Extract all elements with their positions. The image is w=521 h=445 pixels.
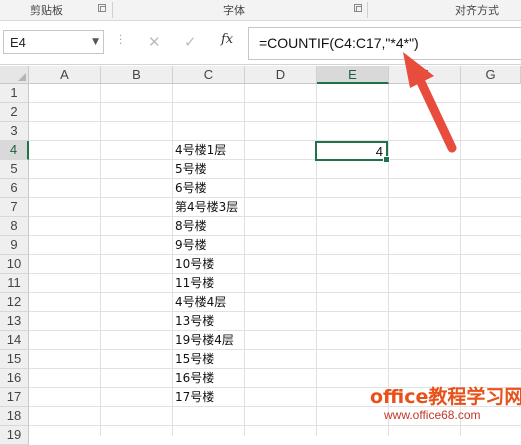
cell-c9[interactable]: 9号楼 [175, 236, 207, 255]
cell-c16[interactable]: 16号楼 [175, 369, 214, 388]
cancel-icon[interactable]: ✕ [148, 33, 161, 51]
gridline [29, 292, 521, 293]
ribbon-divider [367, 2, 368, 18]
name-box-value: E4 [10, 35, 26, 50]
cell-c13[interactable]: 13号楼 [175, 312, 214, 331]
gridline [29, 349, 521, 350]
row-header-9[interactable]: 9 [0, 236, 29, 255]
ribbon-group-clipboard-label: 剪贴板 [30, 4, 63, 17]
column-header-g[interactable]: G [461, 66, 521, 84]
row-header-5[interactable]: 5 [0, 160, 29, 179]
cell-c17[interactable]: 17号楼 [175, 388, 214, 407]
cell-c7[interactable]: 第4号楼3层 [175, 198, 238, 217]
row-header-2[interactable]: 2 [0, 103, 29, 122]
column-header-d[interactable]: D [245, 66, 317, 84]
name-box[interactable]: E4 ▼ [3, 30, 104, 54]
formula-bar-grip-icon[interactable]: · · · [119, 32, 122, 50]
cell-c14[interactable]: 19号楼4层 [175, 331, 234, 350]
row-header-16[interactable]: 16 [0, 369, 29, 388]
row-header-1[interactable]: 1 [0, 84, 29, 103]
cell-c6[interactable]: 6号楼 [175, 179, 207, 198]
gridline [29, 216, 521, 217]
gridline [29, 368, 521, 369]
formula-input[interactable]: =COUNTIF(C4:C17,"*4*") [248, 27, 521, 60]
cell-c10[interactable]: 10号楼 [175, 255, 214, 274]
fill-handle[interactable] [383, 156, 390, 163]
column-header-c[interactable]: C [173, 66, 245, 84]
row-header-8[interactable]: 8 [0, 217, 29, 236]
font-dialog-launcher-icon[interactable] [354, 4, 362, 12]
select-all-button[interactable] [0, 66, 29, 84]
watermark-title: office教程学习网 [370, 386, 521, 408]
ribbon-group-alignment-label: 对齐方式 [455, 4, 499, 17]
column-header-e[interactable]: E [317, 66, 389, 84]
clipboard-dialog-launcher-icon[interactable] [98, 4, 106, 12]
formula-text: =COUNTIF(C4:C17,"*4*") [259, 35, 419, 51]
gridline [29, 121, 521, 122]
cell-c5[interactable]: 5号楼 [175, 160, 207, 179]
row-header-11[interactable]: 11 [0, 274, 29, 293]
worksheet-grid[interactable]: A B C D E F G 1 2 3 4 5 6 7 8 9 10 11 12… [0, 66, 521, 445]
row-header-4[interactable]: 4 [0, 141, 29, 160]
chevron-down-icon[interactable]: ▼ [92, 37, 99, 47]
row-header-17[interactable]: 17 [0, 388, 29, 407]
gridline [29, 178, 521, 179]
row-header-10[interactable]: 10 [0, 255, 29, 274]
gridline [29, 140, 521, 141]
ribbon-group-font-label: 字体 [223, 4, 245, 17]
cell-c12[interactable]: 4号楼4层 [175, 293, 226, 312]
row-header-7[interactable]: 7 [0, 198, 29, 217]
watermark-url: www.office68.com [384, 408, 481, 422]
gridline [29, 159, 521, 160]
row-header-6[interactable]: 6 [0, 179, 29, 198]
gridline [172, 84, 173, 436]
row-header-12[interactable]: 12 [0, 293, 29, 312]
gridline [29, 273, 521, 274]
row-header-15[interactable]: 15 [0, 350, 29, 369]
gridline [29, 311, 521, 312]
gridline [29, 197, 521, 198]
gridline [316, 84, 317, 436]
column-header-a[interactable]: A [29, 66, 101, 84]
ribbon-group-bar: 剪贴板 字体 对齐方式 [0, 0, 521, 21]
column-header-b[interactable]: B [101, 66, 173, 84]
gridline [244, 84, 245, 436]
row-header-13[interactable]: 13 [0, 312, 29, 331]
gridline [29, 330, 521, 331]
formula-bar: E4 ▼ · · · ✕ ✓ fx =COUNTIF(C4:C17,"*4*") [0, 21, 521, 65]
cell-c4[interactable]: 4号楼1层 [175, 141, 226, 160]
cell-e4-value: 4 [375, 144, 383, 159]
gridline [29, 235, 521, 236]
cell-c8[interactable]: 8号楼 [175, 217, 207, 236]
row-header-18[interactable]: 18 [0, 407, 29, 426]
ribbon-divider [112, 2, 113, 18]
gridline [29, 254, 521, 255]
cell-c15[interactable]: 15号楼 [175, 350, 214, 369]
gridline [29, 102, 521, 103]
cell-c11[interactable]: 11号楼 [175, 274, 214, 293]
row-header-3[interactable]: 3 [0, 122, 29, 141]
insert-function-button[interactable]: fx [221, 32, 233, 47]
column-header-f[interactable]: F [389, 66, 461, 84]
gridline [100, 84, 101, 436]
row-header-14[interactable]: 14 [0, 331, 29, 350]
enter-check-icon[interactable]: ✓ [184, 33, 197, 51]
gridline [29, 425, 521, 426]
